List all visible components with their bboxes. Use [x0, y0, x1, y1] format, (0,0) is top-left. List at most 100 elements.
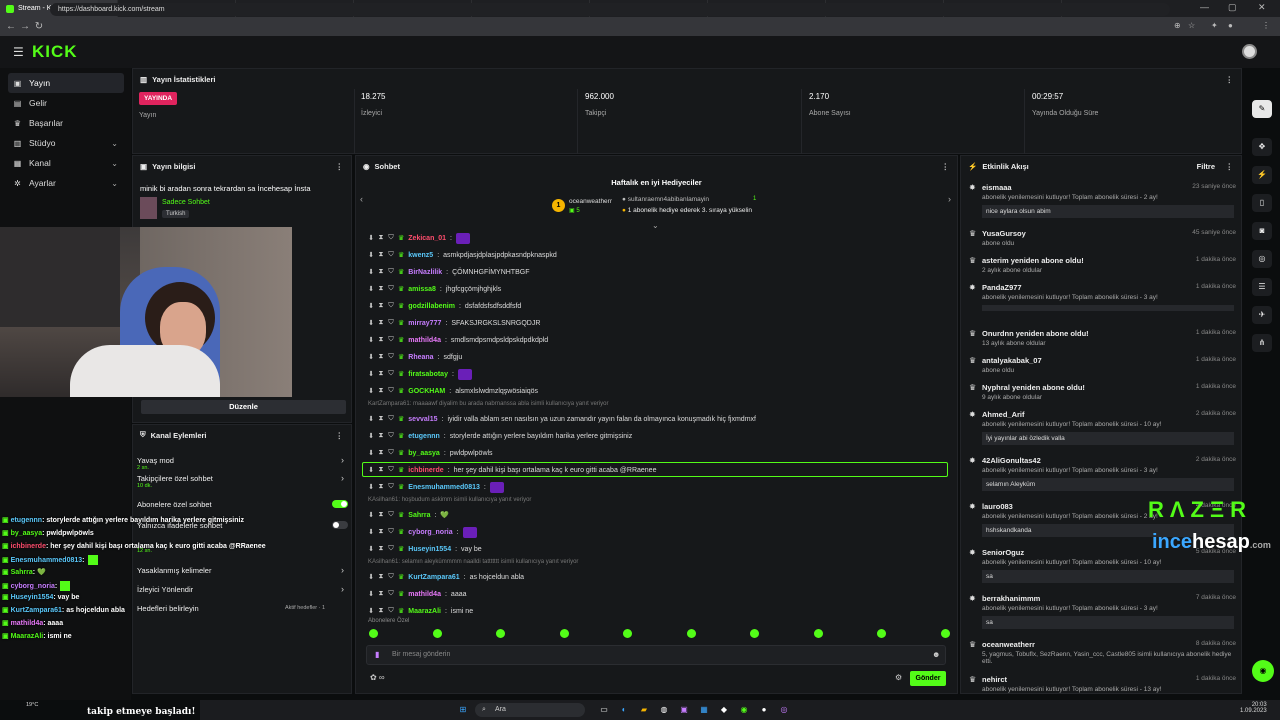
timeout-icon[interactable]: ⧗ [378, 370, 384, 378]
emote-icon[interactable] [369, 629, 378, 638]
channel-action-label[interactable]: Abonelere özel sohbet [137, 500, 212, 509]
chat-input[interactable]: ▮ Bir mesaj gönderin ☻ [366, 645, 946, 665]
extension-icon[interactable]: ✦ [1211, 21, 1218, 30]
close-window-icon[interactable]: ✕ [1258, 2, 1266, 13]
sidebar-item[interactable]: ✲ Ayarlar ⌄ [8, 173, 124, 193]
timeout-icon[interactable]: ⧗ [378, 573, 384, 581]
sidebar-item[interactable]: ▣ Yayın [8, 73, 124, 93]
chat-username[interactable]: GOCKHAM [408, 388, 445, 395]
delete-icon[interactable]: ⬇ [368, 268, 374, 276]
ban-icon[interactable]: ⛉ [388, 285, 394, 293]
ban-icon[interactable]: ⛉ [388, 268, 394, 276]
menu-icon[interactable]: ☰ [13, 45, 24, 59]
chat-username[interactable]: mirray777 [408, 320, 441, 327]
timeout-icon[interactable]: ⧗ [378, 234, 384, 242]
timeout-icon[interactable]: ⧗ [378, 353, 384, 361]
app-icon[interactable]: ◎ [778, 704, 790, 716]
gifter-name[interactable]: oceanweatherr [569, 198, 612, 205]
timeout-icon[interactable]: ⧗ [378, 466, 384, 474]
list-icon[interactable]: ☰ [1252, 278, 1272, 296]
twitch-icon[interactable]: ▣ [678, 704, 690, 716]
timeout-icon[interactable]: ⧗ [378, 483, 384, 491]
sidebar-item[interactable]: ▦ Kanal ⌄ [8, 153, 124, 173]
ban-icon[interactable]: ⛉ [388, 302, 394, 310]
back-icon[interactable]: ← [4, 21, 18, 32]
delete-icon[interactable]: ⬇ [368, 319, 374, 327]
ban-icon[interactable]: ⛉ [388, 573, 394, 581]
ban-icon[interactable]: ⛉ [388, 432, 394, 440]
share-icon[interactable]: ⋔ [1252, 334, 1272, 352]
delete-icon[interactable]: ⬇ [368, 415, 374, 423]
github-icon[interactable]: ● [758, 704, 770, 716]
chat-message[interactable]: ⬇ ⧗ ⛉ ♛ godzillabenim: dsfafdsfsdfsddfsfd [368, 300, 521, 312]
delete-icon[interactable]: ⬇ [368, 483, 374, 491]
chat-username[interactable]: godzillabenim [408, 303, 455, 310]
chat-username[interactable]: kwenz5 [408, 252, 433, 259]
category-name[interactable]: Sadece Sohbet [162, 199, 210, 206]
ban-icon[interactable]: ⛉ [388, 387, 394, 395]
edge-icon[interactable]: ◐ [618, 704, 630, 716]
chat-message[interactable]: ⬇ ⧗ ⛉ ♛ cyborg_noria: [368, 526, 477, 538]
channel-action-toggle[interactable] [332, 521, 348, 529]
ban-icon[interactable]: ⛉ [388, 545, 394, 553]
delete-icon[interactable]: ⬇ [368, 528, 374, 536]
timeout-icon[interactable]: ⧗ [378, 387, 384, 395]
channel-action-label[interactable]: Yalnızca ifadelerle sohbet [137, 521, 222, 530]
chat-username[interactable]: by_aasya [408, 450, 440, 457]
chat-username[interactable]: mathild4a [408, 591, 441, 598]
phone-icon[interactable]: ▯ [1252, 194, 1272, 212]
delete-icon[interactable]: ⬇ [368, 353, 374, 361]
chat-message[interactable]: ⬇ ⧗ ⛉ ♛ Zekican_01: [368, 232, 470, 244]
bookmark-star-icon[interactable]: ☆ [1188, 21, 1195, 30]
chat-username[interactable]: Rheana [408, 354, 433, 361]
pencil-icon[interactable]: ✎ [1252, 100, 1272, 118]
chat-message[interactable]: ⬇ ⧗ ⛉ ♛ firatsabotay: [368, 368, 472, 380]
chevron-right-icon[interactable]: › [341, 584, 344, 594]
chat-username[interactable]: BirNazlilik [408, 269, 442, 276]
emote-icon[interactable] [559, 629, 569, 638]
zoom-icon[interactable]: ⊕ [1174, 21, 1181, 30]
chat-message[interactable]: ⬇ ⧗ ⛉ ♛ kwenz5: asmkpdjasjdplasjpdpkasndpknas… [368, 249, 557, 261]
message-icon[interactable]: ◙ [1252, 222, 1272, 240]
chat-username[interactable]: Zekican_01 [408, 235, 446, 242]
chat-message[interactable]: ⬇ ⧗ ⛉ ♛ GOCKHAM: alsmxlslwdmzlqşwösiaiqös [368, 385, 538, 397]
timeout-icon[interactable]: ⧗ [378, 285, 384, 293]
ban-icon[interactable]: ⛉ [388, 511, 394, 519]
chat-username[interactable]: KurtZampara61 [408, 574, 459, 581]
timeout-icon[interactable]: ⧗ [378, 319, 384, 327]
sidebar-item[interactable]: ▥ Stüdyo ⌄ [8, 133, 124, 153]
chat-username[interactable]: Enesmuhammed0813 [408, 484, 480, 491]
sidebar-item[interactable]: ▤ Gelir [8, 93, 124, 113]
delete-icon[interactable]: ⬇ [368, 466, 374, 474]
flash-icon[interactable]: ⚡ [1252, 166, 1272, 184]
chat-message[interactable]: ⬇ ⧗ ⛉ ♛ Huseyin1554: vay be [368, 543, 482, 555]
obs-icon[interactable]: ◉ [738, 704, 750, 716]
timeout-icon[interactable]: ⧗ [378, 302, 384, 310]
delete-icon[interactable]: ⬇ [368, 336, 374, 344]
timeout-icon[interactable]: ⧗ [378, 545, 384, 553]
ban-icon[interactable]: ⛉ [388, 466, 394, 474]
emote-icon[interactable] [750, 629, 759, 638]
timeout-icon[interactable]: ⧗ [378, 251, 384, 259]
channel-action-label[interactable]: İzleyici Yönlendir [137, 585, 193, 594]
minimize-icon[interactable]: — [1200, 2, 1209, 12]
chat-username[interactable]: mathild4a [408, 337, 441, 344]
timeout-icon[interactable]: ⧗ [378, 511, 384, 519]
timeout-icon[interactable]: ⧗ [378, 268, 384, 276]
delete-icon[interactable]: ⬇ [368, 370, 374, 378]
chat-message[interactable]: ⬇ ⧗ ⛉ ♛ Rheana: sdfgju [368, 351, 462, 363]
chat-message[interactable]: ⬇ ⧗ ⛉ ♛ Enesmuhammed0813: [368, 481, 504, 493]
chat-menu-icon[interactable]: ⋮ [942, 162, 950, 171]
stats-menu-icon[interactable]: ⋮ [1226, 75, 1234, 84]
channel-action-label[interactable]: Yasaklanmış kelimeler [137, 566, 211, 575]
kick-logo[interactable]: KICK [32, 42, 78, 62]
ban-icon[interactable]: ⛉ [388, 251, 394, 259]
chat-username[interactable]: MaarazAli [408, 608, 441, 615]
timeout-icon[interactable]: ⧗ [378, 590, 384, 598]
channel-action-label[interactable]: Hedefleri belirleyin [137, 604, 199, 613]
stream-tag[interactable]: Turkish [162, 210, 190, 218]
chat-message[interactable]: ⬇ ⧗ ⛉ ♛ etugennn: storylerde attığın yerlere … [368, 430, 632, 442]
chat-message[interactable]: ⬇ ⧗ ⛉ ♛ mathild4a: aaaa [368, 588, 466, 600]
taskview-icon[interactable]: ▭ [598, 704, 610, 716]
delete-icon[interactable]: ⬇ [368, 234, 374, 242]
